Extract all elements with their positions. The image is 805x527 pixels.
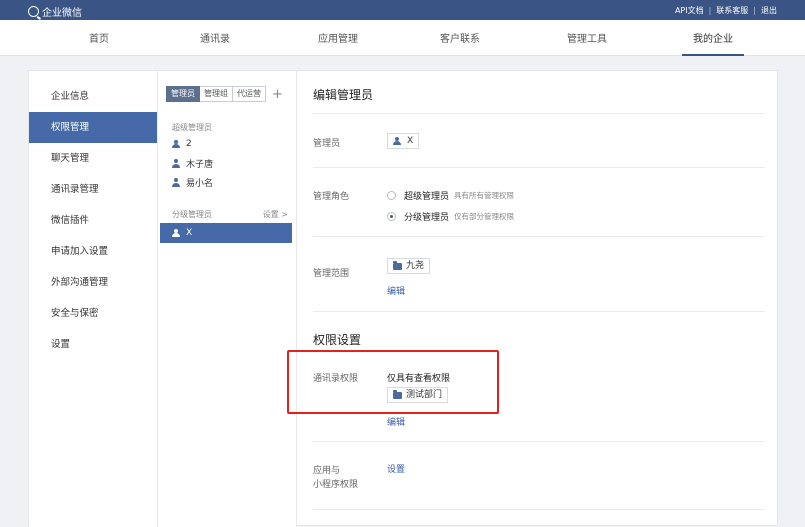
add-icon[interactable]: + [272,87,283,102]
scope-name: 九尧 [406,261,425,271]
logout-link[interactable]: 退出 [761,5,777,16]
separator: | [708,6,712,15]
admin-tag[interactable]: X [387,133,420,149]
sidebar: 企业信息 权限管理 聊天管理 通讯录管理 微信插件 申请加入设置 外部沟通管理 … [29,71,157,527]
selected-admin-item[interactable]: X [160,223,292,243]
sidebar-item-security[interactable]: 安全与保密 [29,298,157,329]
divider [313,167,765,168]
admin-name: 易小名 [186,179,214,189]
top-bar: 企业微信 API文档 | 联系客服 | 退出 [0,0,805,20]
api-docs-link[interactable]: API文档 [675,5,704,16]
super-admin-label: 超级管理员 [172,123,212,132]
nav-my-enterprise[interactable]: 我的企业 [668,30,758,45]
content-card: 企业信息 权限管理 聊天管理 通讯录管理 微信插件 申请加入设置 外部沟通管理 … [28,70,779,527]
tab-operators[interactable]: 代运营 [233,86,266,102]
contact-support-link[interactable]: 联系客服 [716,5,748,16]
main-nav: 首页 通讯录 应用管理 客户联系 管理工具 我的企业 [0,20,805,56]
nav-home[interactable]: 首页 [54,30,144,45]
highlight-box [287,350,499,414]
sidebar-item-join-settings[interactable]: 申请加入设置 [29,236,157,267]
nav-customer-contact[interactable]: 客户联系 [415,30,505,45]
role-name: 超级管理员 [404,192,450,202]
divider [313,311,765,312]
contacts-edit-link[interactable]: 编辑 [387,415,405,428]
scope-edit-link[interactable]: 编辑 [387,284,405,297]
separator: | [753,6,756,15]
radio-super-admin[interactable] [387,191,396,200]
role-desc: 具有所有管理权限 [454,191,515,200]
list-item[interactable]: 易小名 [172,176,213,189]
admin-field-label: 管理员 [313,139,341,149]
sidebar-item-contacts-management[interactable]: 通讯录管理 [29,174,157,205]
app-permission-settings-link[interactable]: 设置 [387,462,405,475]
tab-admin-groups[interactable]: 管理组 [200,86,233,102]
top-links: API文档 | 联系客服 | 退出 [675,5,777,16]
role-option-super[interactable]: 超级管理员 具有所有管理权限 [387,189,514,202]
admin-name: X [186,228,193,238]
sub-admin-settings-link[interactable]: 设置 > [263,209,288,220]
divider [313,441,765,442]
folder-icon [393,260,402,270]
app-permission-label-line2: 小程序权限 [313,480,359,490]
sidebar-item-settings[interactable]: 设置 [29,329,157,360]
person-icon [172,178,180,187]
wecom-logo-icon [28,6,39,17]
role-desc: 仅有部分管理权限 [454,212,515,221]
admin-list-panel: 管理员 管理组 代运营 + 超级管理员 2 木子唐 易小名 分级管理员 设置 >… [157,71,297,527]
scope-tag[interactable]: 九尧 [387,258,431,274]
person-icon [172,228,180,238]
sub-admin-label: 分级管理员 [172,210,212,219]
divider [313,509,765,510]
person-icon [172,159,180,168]
radio-sub-admin[interactable] [387,212,396,221]
page-title: 编辑管理员 [313,88,374,102]
permissions-section-title: 权限设置 [313,333,362,347]
admin-name: 2 [186,139,192,149]
person-icon [393,136,401,146]
scope-field-label: 管理范围 [313,269,350,279]
role-field-label: 管理角色 [313,192,350,202]
admin-name: 木子唐 [186,160,214,170]
nav-app-management[interactable]: 应用管理 [293,30,383,45]
tab-administrators[interactable]: 管理员 [166,86,200,102]
divider [313,236,765,237]
nav-management-tools[interactable]: 管理工具 [542,30,632,45]
list-item[interactable]: 木子唐 [172,157,213,170]
role-name: 分级管理员 [404,213,450,223]
edit-admin-panel: 编辑管理员 管理员 X 管理角色 超级管理员 具有所有管理权限 分级管理员 仅有… [297,71,779,527]
app-logo[interactable]: 企业微信 [28,4,82,19]
person-icon [172,139,180,149]
nav-active-indicator [682,54,744,56]
nav-contacts[interactable]: 通讯录 [170,30,260,45]
sidebar-item-external-communication[interactable]: 外部沟通管理 [29,267,157,298]
sidebar-item-enterprise-info[interactable]: 企业信息 [29,81,157,112]
sidebar-item-permissions[interactable]: 权限管理 [29,112,157,143]
divider [313,113,765,114]
app-name: 企业微信 [42,8,82,19]
sidebar-item-chat-management[interactable]: 聊天管理 [29,143,157,174]
admin-tag-name: X [407,136,414,146]
app-permission-label-line1: 应用与 [313,466,341,476]
admin-tabs: 管理员 管理组 代运营 + [166,86,283,102]
list-item[interactable]: 2 [172,139,192,149]
role-option-sub[interactable]: 分级管理员 仅有部分管理权限 [387,210,514,223]
sidebar-item-wechat-plugin[interactable]: 微信插件 [29,205,157,236]
